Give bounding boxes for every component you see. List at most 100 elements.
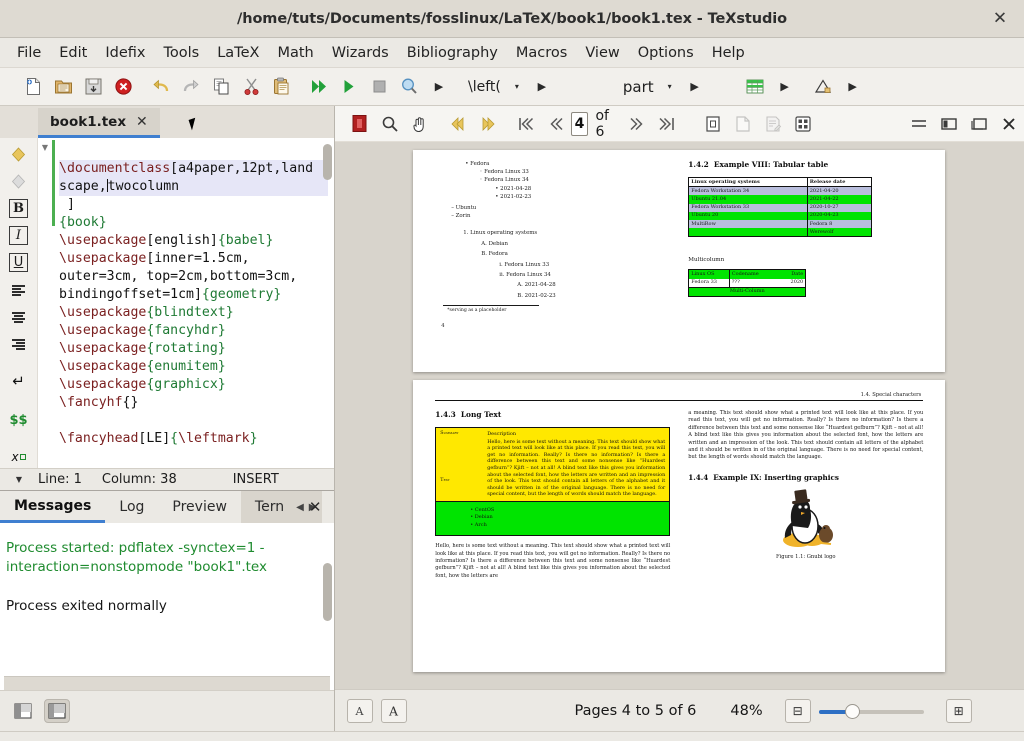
single-page-view-icon[interactable] [698,110,728,138]
align-left-icon[interactable] [6,279,32,300]
zoom-slider-handle[interactable] [845,704,860,719]
hand-tool-icon[interactable] [405,110,435,138]
messages-close-icon[interactable]: ✕ [309,498,322,516]
messages-scrollbar[interactable] [323,563,332,621]
increase-font-icon[interactable]: A [381,699,407,723]
window-close-button[interactable]: ✕ [990,10,1010,27]
zoom-slider[interactable] [819,701,924,721]
build-and-view-icon[interactable] [304,72,334,102]
texstudio-window: /home/tuts/Documents/fosslinux/LaTeX/boo… [0,0,1024,741]
first-page-icon[interactable] [511,110,541,138]
close-file-icon[interactable] [108,72,138,102]
cut-icon[interactable] [236,72,266,102]
italic-button[interactable]: I [6,225,32,246]
tab-log[interactable]: Log [105,491,158,523]
detach-window-icon[interactable] [964,110,994,138]
newline-icon[interactable]: ↵ [6,371,32,392]
pdf-document-icon[interactable] [345,110,375,138]
insert-graphic-caret-icon[interactable]: ▶ [838,72,868,102]
zoom-out-button[interactable]: ⊟ [785,699,811,723]
code-fold-gutter[interactable]: ▼ [38,138,52,468]
search-icon[interactable] [375,110,405,138]
subscript-button[interactable]: x [6,447,32,468]
insert-table-icon[interactable] [740,72,770,102]
close-pdf-viewer-icon[interactable] [994,110,1024,138]
structure-apply-icon[interactable]: ▶ [680,72,710,102]
last-page-icon[interactable] [652,110,682,138]
decrease-font-icon[interactable]: A [347,699,373,723]
insert-table-caret-icon[interactable]: ▶ [770,72,800,102]
menu-help[interactable]: Help [703,42,754,64]
zoom-in-button[interactable]: ⊞ [946,699,972,723]
tab-messages[interactable]: Messages [0,491,105,523]
summary-label: Summary [440,431,482,436]
bookmark-prev-icon[interactable] [6,144,32,165]
tab-scroll-left-icon[interactable]: ◀ [294,502,306,513]
table-cell: Fedora Workstation 34 [689,187,807,196]
insert-graphic-icon[interactable] [808,72,838,102]
menu-idefix[interactable]: Idefix [96,42,154,64]
pdf-page-number-input[interactable]: 4 [571,112,589,136]
previous-page-icon[interactable] [541,110,571,138]
toggle-structure-view-icon[interactable] [10,699,36,723]
view-pdf-icon[interactable] [394,72,424,102]
messages-tab-bar: Messages Log Preview Tern ◀ ▶ ✕ [0,491,334,523]
align-right-icon[interactable] [6,334,32,355]
new-file-icon[interactable] [18,72,48,102]
fold-toggle-icon[interactable]: ▼ [38,143,52,152]
continuous-page-view-icon[interactable] [728,110,758,138]
messages-horizontal-scrollbar[interactable] [4,676,330,690]
menu-options[interactable]: Options [629,42,703,64]
messages-output[interactable]: Process started: pdflatex -synctex=1 -in… [0,523,334,676]
menu-latex[interactable]: LaTeX [208,42,268,64]
tab-preview[interactable]: Preview [158,491,241,523]
pdf-back-icon[interactable] [443,110,473,138]
structure-combo[interactable]: part ▾ ▶ [617,72,710,102]
view-pdf-caret-icon[interactable]: ▶ [424,72,454,102]
bold-button[interactable]: B [6,198,32,219]
pdf-menu-icon[interactable] [904,110,934,138]
bookmark-next-icon[interactable] [6,171,32,192]
toggle-sidebar-icon[interactable] [934,110,964,138]
grid-view-icon[interactable] [788,110,818,138]
annotate-page-icon[interactable] [758,110,788,138]
save-file-icon[interactable] [78,72,108,102]
undo-icon[interactable] [146,72,176,102]
code-editor[interactable]: \documentclass[a4paper,12pt,landscape,tw… [55,138,334,468]
table-header-cell: Release date [807,178,871,187]
menu-edit[interactable]: Edit [50,42,96,64]
toggle-messages-view-icon[interactable] [44,699,70,723]
math-bracket-combo[interactable]: \left( ▾ ▶ [462,72,557,102]
menu-view[interactable]: View [576,42,628,64]
copy-icon[interactable] [206,72,236,102]
table-header-cell: Codename [729,270,777,278]
chevron-down-icon[interactable]: ▾ [509,82,525,91]
underline-button[interactable]: U [6,252,32,273]
menu-file[interactable]: File [8,42,50,64]
pdf-forward-icon[interactable] [473,110,503,138]
description-label: Description [487,431,665,438]
message-line: Process exited normally [6,597,328,616]
pdf-page-area[interactable]: • Fedora ◦ Fedora Linux 33 ◦ Fedora Linu… [335,142,1024,689]
menu-wizards[interactable]: Wizards [323,42,398,64]
editor-scrollbar[interactable] [323,144,332,180]
math-bracket-apply-icon[interactable]: ▶ [527,72,557,102]
stop-compile-icon[interactable] [364,72,394,102]
open-file-icon[interactable] [48,72,78,102]
menu-bibliography[interactable]: Bibliography [398,42,507,64]
redo-icon[interactable] [176,72,206,102]
editor-collapse-icon[interactable]: ▼ [6,475,32,484]
menu-math[interactable]: Math [268,42,322,64]
structure-chevron-down-icon[interactable]: ▾ [662,82,678,91]
align-center-icon[interactable] [6,307,32,328]
next-page-icon[interactable] [622,110,652,138]
summary-description-box: Summary Test Description Hello, here is … [435,427,670,502]
compile-icon[interactable] [334,72,364,102]
inline-math-button[interactable]: $$ [6,410,32,431]
menu-tools[interactable]: Tools [154,42,208,64]
paste-icon[interactable] [266,72,296,102]
document-tab-book1[interactable]: book1.tex ✕ [38,108,160,138]
tab-terminal[interactable]: Tern [241,491,298,523]
menu-macros[interactable]: Macros [507,42,576,64]
document-tab-close-icon[interactable]: ✕ [136,114,148,130]
